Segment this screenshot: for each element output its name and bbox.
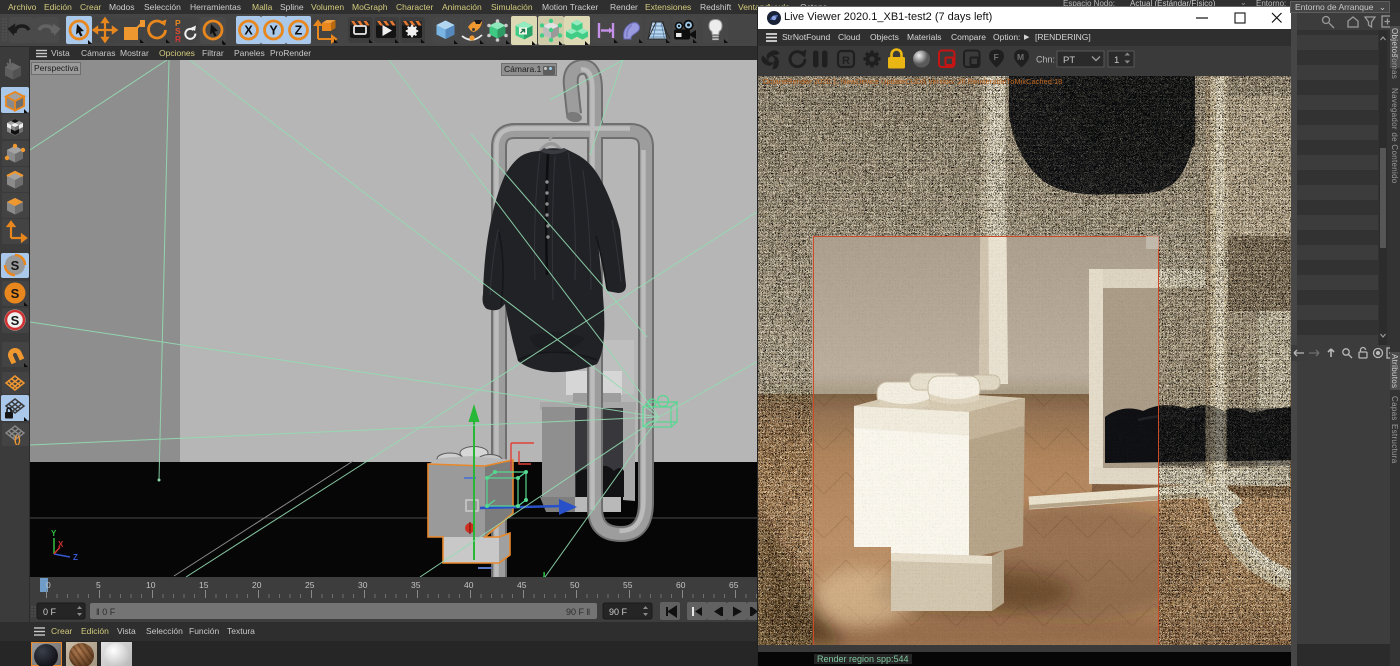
svg-text:R: R [175,34,181,44]
svg-text:‖ 0 F: ‖ 0 F [96,607,116,617]
svg-text:S: S [11,286,20,301]
svg-text:5: 5 [96,580,101,590]
svg-text:PT: PT [1063,55,1075,66]
svg-text:R: R [842,55,850,67]
svg-text:65: 65 [729,580,739,590]
svg-text:0 F: 0 F [43,607,57,617]
svg-text:X: X [244,24,253,38]
svg-text:1: 1 [1114,55,1119,66]
svg-text:25: 25 [305,580,315,590]
svg-text:55: 55 [623,580,633,590]
svg-text:Chn:: Chn: [1036,55,1055,65]
svg-text:0: 0 [46,580,51,590]
svg-text:10: 10 [146,580,156,590]
svg-text:15: 15 [199,580,209,590]
svg-text:S: S [11,258,20,273]
svg-text:60: 60 [676,580,686,590]
svg-text:90 F ‖: 90 F ‖ [566,607,590,617]
svg-text:35: 35 [411,580,421,590]
svg-text:F: F [994,52,999,62]
svg-text:Y: Y [269,24,278,38]
svg-text:Z: Z [295,24,303,38]
svg-text:S: S [11,313,20,328]
svg-text:Y: Y [51,529,57,538]
svg-text:50: 50 [570,580,580,590]
svg-text:Z: Z [73,553,78,562]
svg-text:45: 45 [517,580,527,590]
svg-text:40: 40 [464,580,474,590]
svg-text:90 F: 90 F [609,607,628,617]
svg-text:20: 20 [252,580,262,590]
svg-text:X: X [58,540,64,549]
svg-text:30: 30 [358,580,368,590]
svg-text:(): () [14,435,21,446]
svg-text:M: M [1017,52,1024,62]
